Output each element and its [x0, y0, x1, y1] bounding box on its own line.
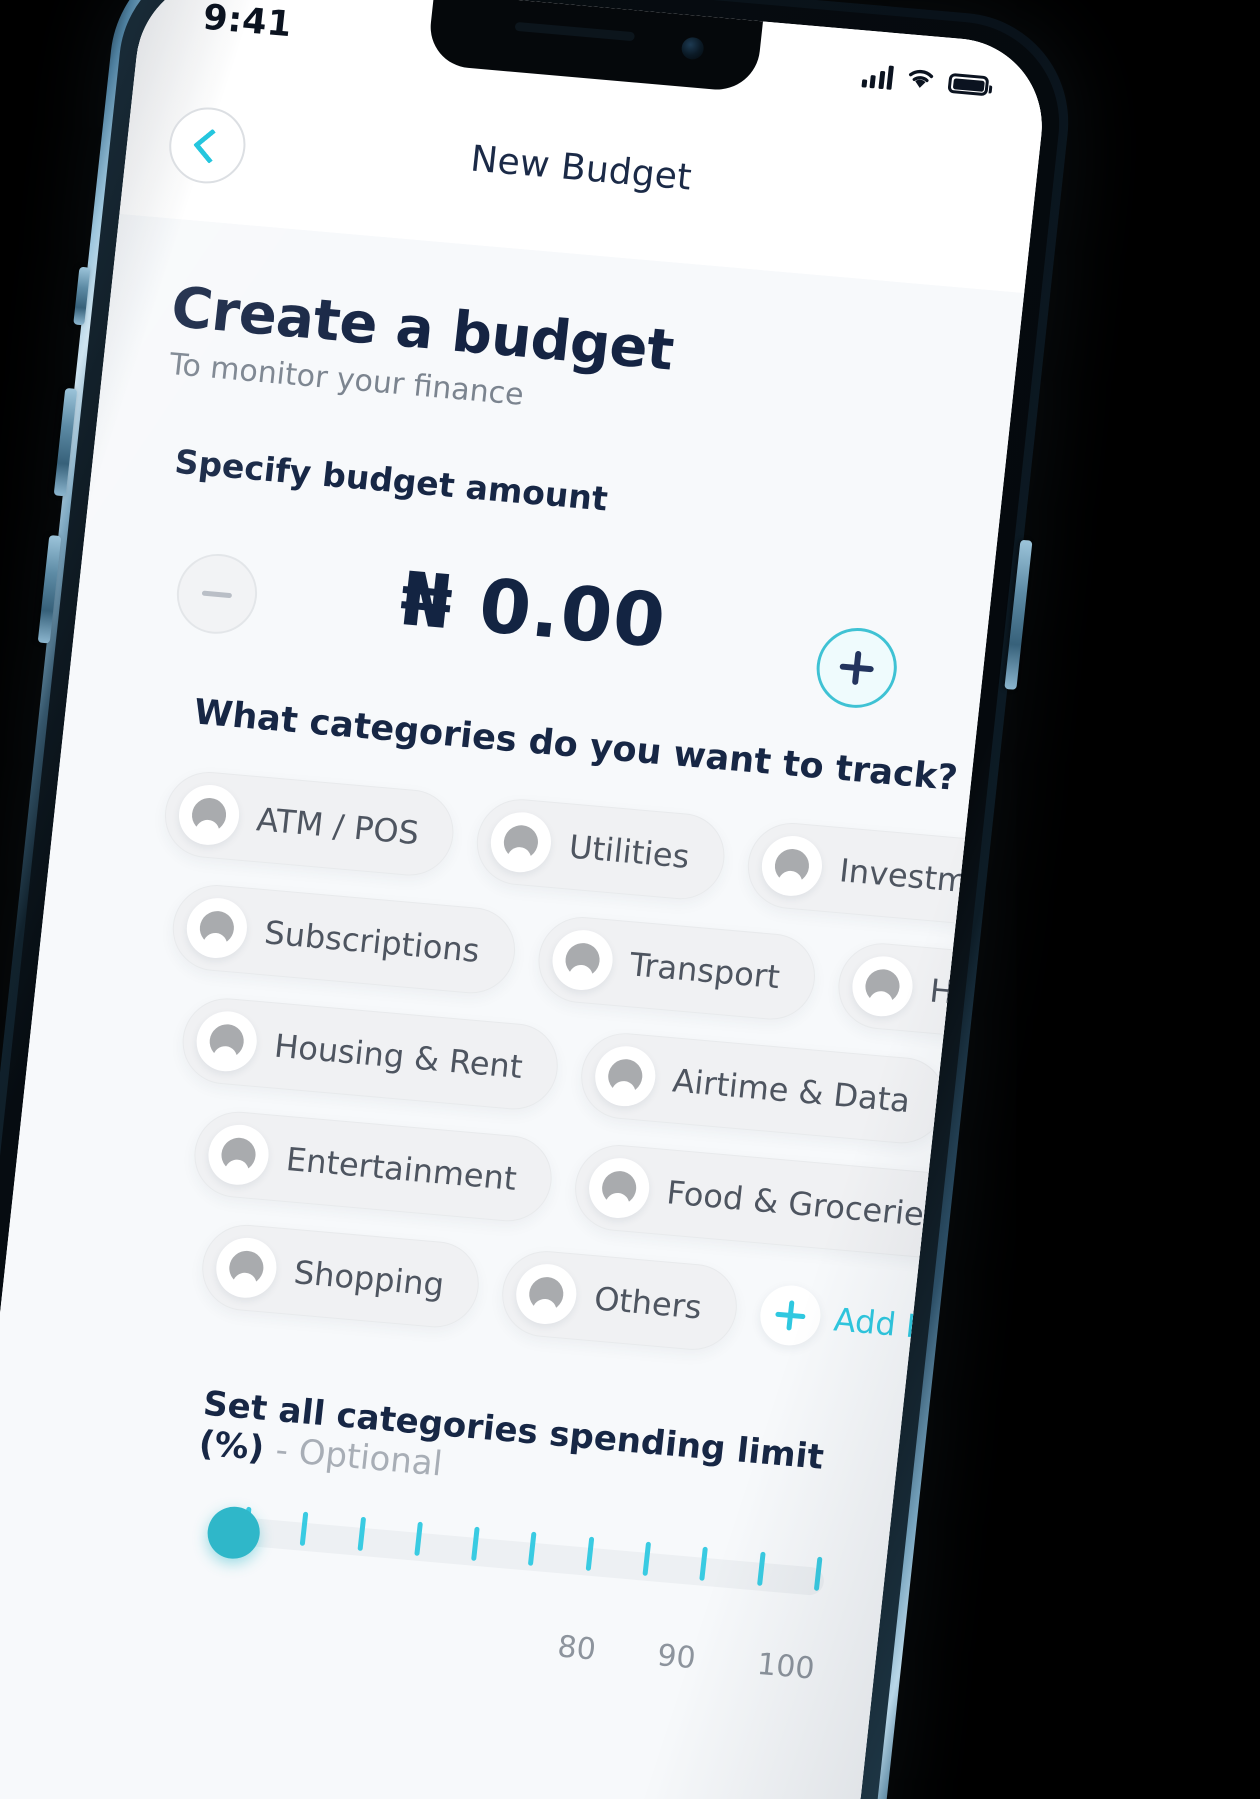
category-chip[interactable]: Food & Groceries [570, 1141, 980, 1262]
category-avatar-icon [548, 927, 616, 993]
category-avatar-icon [513, 1261, 580, 1327]
content-area: Create a budget To monitor your finance … [0, 214, 1051, 1799]
category-avatar-icon [183, 895, 251, 961]
category-avatar-icon [205, 1122, 272, 1188]
plus-icon [757, 1282, 824, 1348]
category-chip[interactable]: Airtime & Data [576, 1029, 950, 1147]
category-chip[interactable]: Investment [743, 819, 1051, 932]
category-chip[interactable]: Shopping [197, 1221, 484, 1331]
category-chip[interactable]: Transport [533, 913, 820, 1024]
category-chip-label: Shopping [292, 1253, 446, 1305]
spending-limit-label: Set all categories spending limit (%) - … [0, 1365, 899, 1524]
category-avatar-icon [849, 953, 916, 1019]
category-avatar-icon [193, 1008, 260, 1074]
slider-scale-label: 90 [655, 1638, 698, 1677]
category-chip-label: ATM / POS [254, 800, 421, 853]
battery-full-icon [947, 72, 990, 97]
category-avatar-icon [175, 782, 243, 848]
signal-bars-icon [860, 63, 894, 90]
status-bar-indicators [860, 62, 990, 100]
spending-limit-section: Set all categories spending limit (%) - … [0, 1365, 899, 1524]
category-chip-list: ATM / POS Utilities Investment Subscript… [0, 759, 1051, 1395]
slider-scale-label: 80 [555, 1629, 598, 1668]
category-chip[interactable]: Utilities [472, 795, 729, 903]
phone-mockup: 9:41 New Budget Create a budget To monit… [0, 0, 1080, 1799]
category-chip-label: Airtime & Data [670, 1061, 912, 1120]
slider-scale-label: 100 [755, 1646, 817, 1687]
wifi-icon [904, 66, 937, 95]
category-chip-label: Others [592, 1279, 704, 1327]
category-chip[interactable]: Entertainment [190, 1108, 556, 1225]
category-avatar-icon [758, 833, 826, 899]
category-chip-label: Subscriptions [262, 913, 482, 970]
add-new-label: Add New [832, 1300, 978, 1351]
category-avatar-icon [585, 1155, 653, 1221]
category-chip-label: Transport [627, 945, 782, 997]
category-chip[interactable]: Others [498, 1247, 742, 1354]
category-chip-label: Utilities [567, 827, 692, 876]
status-bar-time: 9:41 [200, 0, 295, 46]
category-chip-label: Health [927, 971, 1037, 1019]
category-chip-label: Investment [837, 851, 1023, 905]
category-chip-label: Housing & Rent [272, 1026, 525, 1087]
category-chip[interactable]: Housing & Rent [178, 994, 562, 1113]
slider-ticks [242, 1496, 824, 1602]
screenshot-stage: 9:41 New Budget Create a budget To monit… [0, 0, 1260, 1799]
category-chip[interactable]: ATM / POS [160, 768, 459, 880]
amount-section-label: Specify budget amount [172, 441, 610, 519]
category-chip-label: Entertainment [284, 1140, 519, 1198]
category-chip[interactable]: Subscriptions [168, 881, 519, 997]
category-chip-label: Food & Groceries [664, 1173, 943, 1236]
category-chip[interactable]: Health [833, 939, 1051, 1046]
category-avatar-icon [591, 1043, 659, 1109]
add-new-category-button[interactable]: Add New [757, 1282, 979, 1361]
category-avatar-icon [213, 1235, 280, 1301]
category-avatar-icon [488, 809, 555, 875]
